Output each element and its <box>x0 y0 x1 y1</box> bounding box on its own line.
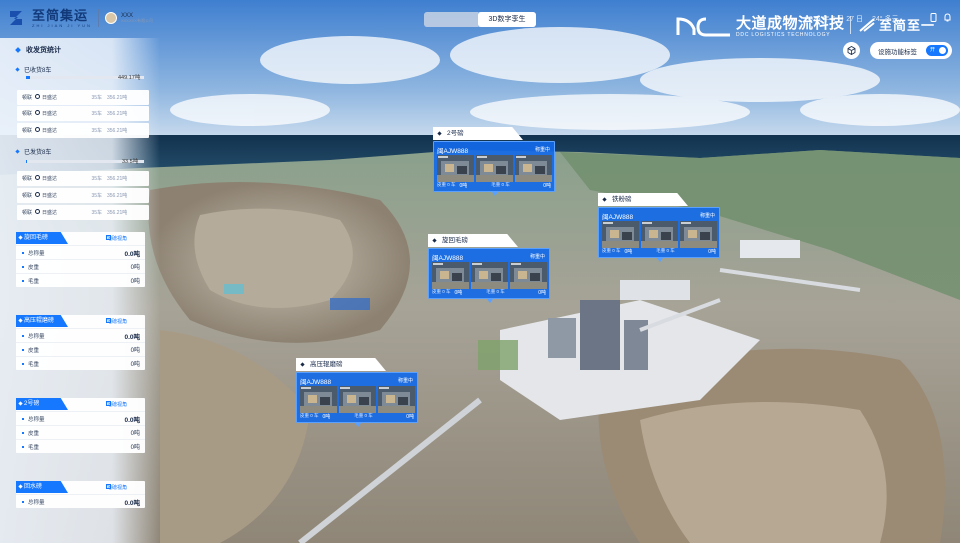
logo-pinyin: ZHI JIAN JI YUN <box>32 22 92 28</box>
switch-knob <box>939 47 946 54</box>
scale-card[interactable]: 回水磅 地磅视角 总称量 0.0吨 <box>16 481 145 508</box>
scale-card-title: 旋回毛磅 <box>16 232 68 244</box>
plate-number: 闽AJW888 <box>602 214 634 221</box>
scale-card[interactable]: 2号磅 地磅视角 总称量 0.0吨 皮重 0吨 毛重 0吨 <box>16 398 145 453</box>
scale-popup-title: 高压辊磨磅 <box>296 358 386 371</box>
sent-row[interactable]: 顿联 日盛达 35车 356.21吨 <box>17 188 149 203</box>
brand-subtitle: DDC LOGISTICS TECHNOLOGY <box>736 32 831 38</box>
camera-snapshot[interactable] <box>510 262 547 289</box>
sent-row[interactable]: 顿联 日盛达 35车 356.21吨 <box>17 205 149 220</box>
secondary-brand-icon <box>859 17 875 32</box>
scale-view-link[interactable]: 地磅视角 <box>107 235 127 242</box>
view-mode-option-3d[interactable]: 3D数字孪生 <box>478 12 536 27</box>
received-title: 已收货8车 <box>15 65 51 74</box>
view-mode-switch[interactable]: 3D数字孪生 <box>424 12 536 27</box>
logo-mark-icon <box>8 8 28 28</box>
sent-weight: 33.5吨 <box>122 159 139 165</box>
facility-label-toggle[interactable]: 设施功能标签 开 <box>870 42 952 59</box>
camera-snapshot[interactable] <box>680 221 717 248</box>
camera-snapshot[interactable] <box>339 386 376 413</box>
user-avatar[interactable] <box>104 12 117 24</box>
scale-card-title: 2号磅 <box>16 398 68 410</box>
received-row[interactable]: 顿联 日盛达 35车 356.21吨 <box>17 90 149 105</box>
user-company: XXXXXX有限公司 <box>120 18 153 24</box>
scale-card-title: 回水磅 <box>16 481 68 493</box>
logo-title: 至简集运 <box>32 7 89 23</box>
brand-logo-icon <box>676 15 732 39</box>
scale-card[interactable]: 旋回毛磅 地磅视角 总称量 0.0吨 皮重 0吨 毛重 0吨 <box>16 232 145 287</box>
camera-snapshot[interactable] <box>515 155 552 182</box>
camera-snapshot[interactable] <box>471 262 508 289</box>
sent-row[interactable]: 顿联 日盛达 35车 356.21吨 <box>17 171 149 186</box>
notification-bell-icon[interactable] <box>943 13 952 22</box>
secondary-brand: 至简至一 <box>850 15 935 34</box>
plate-number: 闽AJW888 <box>432 255 464 262</box>
received-row[interactable]: 顿联 日盛达 35车 356.21吨 <box>17 123 149 138</box>
weigh-state: 称重中 <box>397 378 413 384</box>
plate-number: 闽AJW888 <box>300 379 332 386</box>
scale-card[interactable]: 高压辊磨磅 地磅视角 总称量 0.0吨 皮重 0吨 毛重 0吨 <box>16 315 145 370</box>
camera-snapshot[interactable] <box>432 262 469 289</box>
sent-title: 已发货8车 <box>15 147 51 156</box>
camera-snapshot[interactable] <box>641 221 678 248</box>
scale-popup-title: 旋回毛磅 <box>428 234 518 247</box>
switch-state-label: 开 <box>930 47 936 53</box>
secondary-brand-title: 至简至一 <box>879 18 936 33</box>
camera-snapshot[interactable] <box>476 155 513 182</box>
stats-section-title: 收发货统计 <box>15 45 61 55</box>
3d-view-reset-button[interactable] <box>843 42 860 59</box>
facility-label-switch[interactable]: 开 <box>926 45 948 56</box>
scale-popup-title: 2号磅 <box>433 127 523 140</box>
phone-icon[interactable] <box>929 13 938 22</box>
scale-view-link[interactable]: 地磅视角 <box>107 484 127 491</box>
received-weight: 449.17吨 <box>118 75 141 81</box>
camera-snapshot[interactable] <box>300 386 337 413</box>
camera-snapshot[interactable] <box>602 221 639 248</box>
scale-view-link[interactable]: 地磅视角 <box>107 318 127 325</box>
received-row[interactable]: 顿联 日盛达 35车 356.21吨 <box>17 106 149 121</box>
weigh-state: 称重中 <box>534 147 550 153</box>
cube-icon <box>847 46 856 55</box>
view-mode-option-inactive[interactable] <box>424 12 478 27</box>
scale-popup-title: 铁粉磅 <box>598 193 688 206</box>
weigh-state: 称重中 <box>529 254 545 260</box>
weigh-state: 称重中 <box>699 213 715 219</box>
scale-card-title: 高压辊磨磅 <box>16 315 68 327</box>
camera-snapshot[interactable] <box>437 155 474 182</box>
plate-number: 闽AJW888 <box>437 148 469 155</box>
camera-snapshot[interactable] <box>378 386 415 413</box>
logo-divider <box>97 9 99 27</box>
app-logo: 至简集运 ZHI JIAN JI YUN XXX XXXXXX有限公司 <box>8 8 153 28</box>
facility-label-toggle-text: 设施功能标签 <box>878 48 917 56</box>
scale-view-link[interactable]: 地磅视角 <box>107 401 127 408</box>
